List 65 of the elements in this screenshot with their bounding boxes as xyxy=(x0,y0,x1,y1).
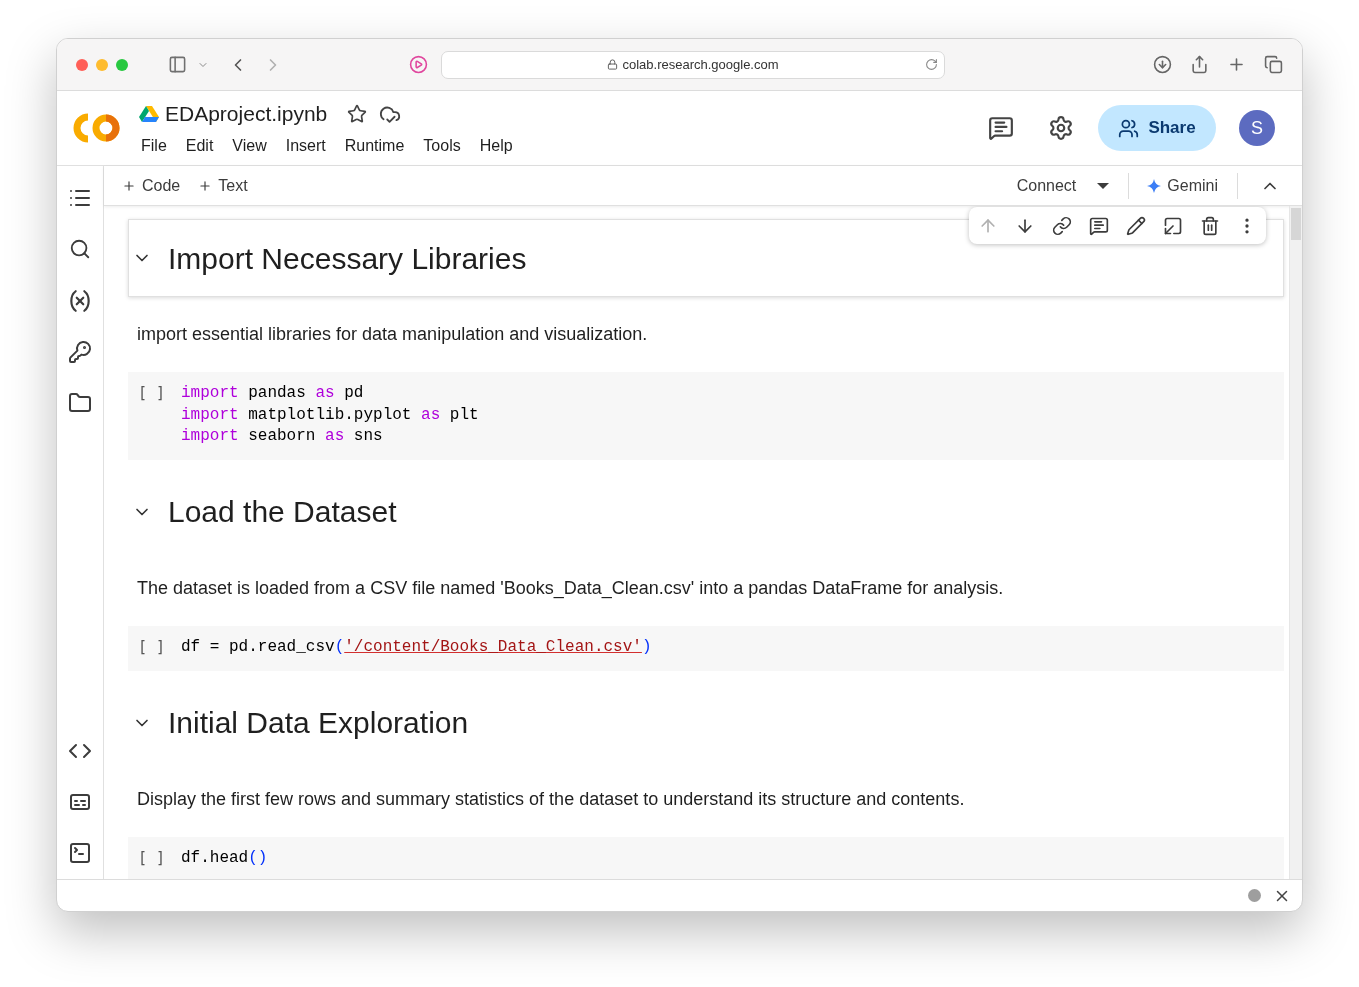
sparkle-icon xyxy=(1147,178,1162,193)
url-text: colab.research.google.com xyxy=(622,55,779,74)
section-heading: Initial Data Exploration xyxy=(168,705,469,741)
description-text: import essential libraries for data manipulation and visualization. xyxy=(137,323,649,346)
gemini-button[interactable]: Gemini xyxy=(1147,173,1218,198)
menu-item[interactable]: Help xyxy=(479,134,513,159)
code-cell[interactable]: [ ] df = pd.read_csv('/content/Books_Data_Clean.csv') xyxy=(128,625,1284,671)
delete-cell-icon[interactable] xyxy=(1200,215,1220,236)
description-text: The dataset is loaded from a CSV file named 'Books_Data_Clean.csv' into a pandas DataFrame for analysis. xyxy=(137,576,1005,600)
plus-icon xyxy=(198,178,213,193)
add-cell-button[interactable]: Code xyxy=(122,173,181,198)
address-bar[interactable]: colab.research.google.com xyxy=(441,50,945,79)
menu-item[interactable]: Edit xyxy=(185,134,214,159)
add-cell-button[interactable]: Text xyxy=(198,173,248,198)
notebook-title[interactable]: EDAproject.ipynb xyxy=(165,97,328,130)
dropdown-caret-icon[interactable] xyxy=(1096,181,1111,190)
tabs-overview-icon[interactable] xyxy=(1264,55,1283,74)
lock-icon xyxy=(607,59,619,70)
description-text: Display the first few rows and summary statistics of the dataset to understand its structure and contents. xyxy=(137,787,966,811)
scrollbar[interactable] xyxy=(1289,206,1302,879)
play-circle-icon[interactable] xyxy=(409,55,428,74)
run-prompt: [ ] xyxy=(138,847,167,869)
code-line: import pandas as pd xyxy=(181,383,365,404)
section-heading: Load the Dataset xyxy=(168,494,397,530)
run-prompt: [ ] xyxy=(138,383,167,404)
share-icon[interactable] xyxy=(1190,55,1209,74)
code-line: df = pd.read_csv('/content/Books_Data_Clean.csv') xyxy=(181,636,652,658)
comment-cell-icon[interactable] xyxy=(1089,215,1109,236)
close-window-icon[interactable] xyxy=(76,58,88,71)
menu-item[interactable]: Runtime xyxy=(344,134,405,159)
code-line: df.head() xyxy=(181,847,268,869)
heading-cell[interactable]: Initial Data Exploration xyxy=(128,683,1284,762)
code-cell[interactable]: [ ] import pandas as pd import matplotlib.pyplot as plt import seaborn as sns xyxy=(128,372,1284,460)
heading-cell[interactable]: Load the Dataset xyxy=(128,472,1284,551)
menu-item[interactable]: Insert xyxy=(285,134,326,159)
colab-logo-icon xyxy=(73,113,121,143)
new-tab-icon[interactable] xyxy=(1227,55,1246,74)
terminal-icon[interactable] xyxy=(67,841,93,865)
menu-item[interactable]: View xyxy=(232,134,267,159)
share-button[interactable]: Share xyxy=(1098,105,1216,151)
reload-icon[interactable] xyxy=(925,58,938,71)
code-cell[interactable]: [ ] df.head() xyxy=(128,836,1284,879)
settings-icon[interactable] xyxy=(1048,115,1074,141)
link-cell-icon[interactable] xyxy=(1052,215,1072,236)
folder-icon[interactable] xyxy=(68,391,92,415)
downloads-icon[interactable] xyxy=(1153,55,1172,74)
comments-icon[interactable] xyxy=(988,115,1014,141)
sidebar-toggle-icon[interactable] xyxy=(168,55,187,74)
run-prompt: [ ] xyxy=(138,636,167,658)
key-icon[interactable] xyxy=(68,340,92,364)
menu-item[interactable]: Tools xyxy=(423,134,461,159)
search-icon[interactable] xyxy=(69,238,91,260)
menu-item[interactable]: File xyxy=(141,134,167,159)
code-line: import matplotlib.pyplot as plt xyxy=(181,404,479,426)
connect-button[interactable]: Connect xyxy=(1016,173,1077,198)
code-line: import seaborn as sns xyxy=(181,426,384,447)
star-icon[interactable] xyxy=(347,103,368,124)
edit-cell-icon[interactable] xyxy=(1126,215,1146,236)
plus-icon xyxy=(122,178,136,193)
people-icon xyxy=(1118,117,1140,139)
drive-icon xyxy=(139,104,159,123)
avatar[interactable]: S xyxy=(1239,110,1275,146)
section-heading: Import Necessary Libraries xyxy=(168,240,527,277)
variables-icon[interactable] xyxy=(67,288,93,314)
heading-cell[interactable]: Import Necessary Libraries xyxy=(128,219,1284,297)
